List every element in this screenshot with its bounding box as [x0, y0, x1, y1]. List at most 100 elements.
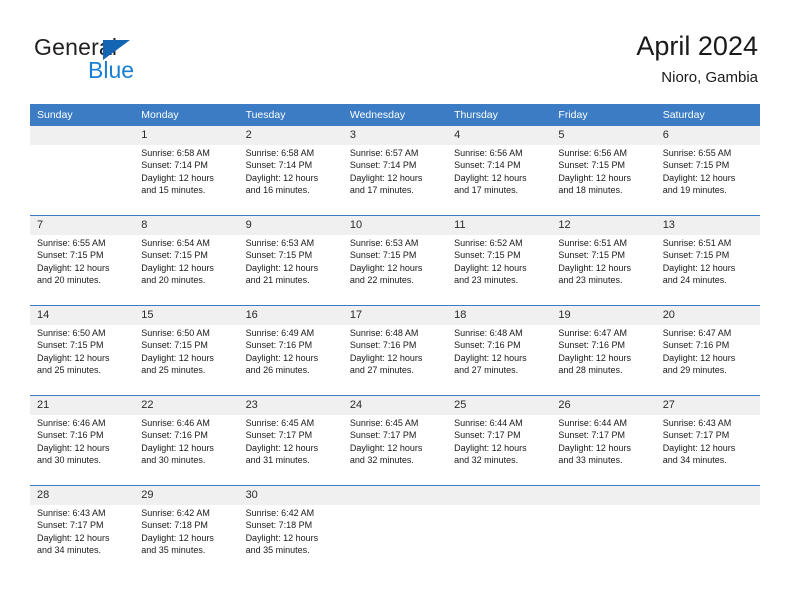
day-cell[interactable]: Sunrise: 6:57 AM Sunset: 7:14 PM Dayligh… — [342, 145, 448, 215]
sunset-text: Sunset: 7:14 PM — [141, 160, 208, 171]
day-cell[interactable]: Sunrise: 6:58 AM Sunset: 7:14 PM Dayligh… — [238, 145, 343, 215]
weekday-header-wednesday: Wednesday — [342, 104, 448, 126]
week-1-info-row: Sunrise: 6:58 AM Sunset: 7:14 PM Dayligh… — [30, 145, 760, 215]
sunset-text: Sunset: 7:15 PM — [558, 160, 625, 171]
sunset-text: Sunset: 7:15 PM — [37, 250, 104, 261]
daylight-text-line1: Daylight: 12 hours — [141, 532, 214, 543]
sunrise-text: Sunrise: 6:48 AM — [454, 328, 523, 338]
day-cell[interactable]: Sunrise: 6:50 AM Sunset: 7:15 PM Dayligh… — [134, 325, 239, 395]
daylight-text-line1: Daylight: 12 hours — [245, 442, 319, 453]
sunset-text: Sunset: 7:18 PM — [245, 520, 313, 531]
week-3-number-row: 14 15 16 17 18 19 20 — [30, 306, 760, 325]
sunrise-text: Sunrise: 6:50 AM — [37, 328, 106, 338]
day-cell[interactable] — [342, 505, 448, 579]
day-number: 9 — [238, 216, 343, 235]
sunset-text: Sunset: 7:16 PM — [141, 430, 208, 441]
day-number: 23 — [238, 396, 343, 415]
daylight-text-line1: Daylight: 12 hours — [37, 442, 110, 453]
daylight-text-line1: Daylight: 12 hours — [141, 172, 214, 183]
day-cell[interactable]: Sunrise: 6:56 AM Sunset: 7:15 PM Dayligh… — [551, 145, 656, 215]
day-number: 14 — [30, 306, 135, 325]
weekday-header-thursday: Thursday — [447, 104, 552, 126]
day-cell[interactable] — [655, 505, 760, 579]
day-cell[interactable]: Sunrise: 6:52 AM Sunset: 7:15 PM Dayligh… — [447, 235, 552, 305]
daylight-text-line2: and 35 minutes. — [141, 545, 206, 556]
week-3-info-row: Sunrise: 6:50 AM Sunset: 7:15 PM Dayligh… — [30, 325, 760, 395]
day-cell[interactable]: Sunrise: 6:45 AM Sunset: 7:17 PM Dayligh… — [342, 415, 448, 485]
day-number — [551, 486, 656, 505]
sunset-text: Sunset: 7:15 PM — [454, 250, 521, 261]
day-cell[interactable]: Sunrise: 6:42 AM Sunset: 7:18 PM Dayligh… — [238, 505, 343, 579]
daylight-text-line2: and 20 minutes. — [37, 275, 102, 286]
weekday-header-row: Sunday Monday Tuesday Wednesday Thursday… — [30, 104, 760, 126]
day-cell[interactable]: Sunrise: 6:46 AM Sunset: 7:16 PM Dayligh… — [30, 415, 135, 485]
daylight-text-line1: Daylight: 12 hours — [454, 352, 527, 363]
sunrise-text: Sunrise: 6:53 AM — [349, 238, 419, 248]
sunrise-text: Sunrise: 6:56 AM — [558, 148, 627, 158]
daylight-text-line2: and 28 minutes. — [558, 365, 623, 376]
day-cell[interactable]: Sunrise: 6:56 AM Sunset: 7:14 PM Dayligh… — [447, 145, 552, 215]
day-number: 28 — [30, 486, 135, 505]
day-number: 13 — [655, 216, 760, 235]
day-cell[interactable]: Sunrise: 6:51 AM Sunset: 7:15 PM Dayligh… — [551, 235, 656, 305]
daylight-text-line2: and 15 minutes. — [141, 185, 206, 196]
daylight-text-line1: Daylight: 12 hours — [37, 532, 110, 543]
sunrise-text: Sunrise: 6:46 AM — [141, 418, 210, 428]
day-cell[interactable]: Sunrise: 6:55 AM Sunset: 7:15 PM Dayligh… — [30, 235, 135, 305]
day-cell[interactable]: Sunrise: 6:45 AM Sunset: 7:17 PM Dayligh… — [238, 415, 343, 485]
daylight-text-line2: and 25 minutes. — [37, 365, 102, 376]
day-cell[interactable]: Sunrise: 6:49 AM Sunset: 7:16 PM Dayligh… — [238, 325, 343, 395]
day-cell[interactable]: Sunrise: 6:44 AM Sunset: 7:17 PM Dayligh… — [551, 415, 656, 485]
day-cell[interactable]: Sunrise: 6:43 AM Sunset: 7:17 PM Dayligh… — [30, 505, 135, 579]
daylight-text-line2: and 32 minutes. — [454, 455, 519, 466]
daylight-text-line1: Daylight: 12 hours — [558, 352, 631, 363]
sunrise-text: Sunrise: 6:48 AM — [349, 328, 419, 338]
day-cell[interactable]: Sunrise: 6:48 AM Sunset: 7:16 PM Dayligh… — [342, 325, 448, 395]
day-cell[interactable] — [30, 145, 135, 215]
day-cell[interactable]: Sunrise: 6:51 AM Sunset: 7:15 PM Dayligh… — [655, 235, 760, 305]
day-cell[interactable]: Sunrise: 6:48 AM Sunset: 7:16 PM Dayligh… — [447, 325, 552, 395]
day-number: 12 — [551, 216, 656, 235]
day-cell[interactable]: Sunrise: 6:47 AM Sunset: 7:16 PM Dayligh… — [655, 325, 760, 395]
general-blue-logo[interactable]: General Blue — [34, 34, 234, 90]
day-cell[interactable]: Sunrise: 6:43 AM Sunset: 7:17 PM Dayligh… — [655, 415, 760, 485]
day-cell[interactable]: Sunrise: 6:47 AM Sunset: 7:16 PM Dayligh… — [551, 325, 656, 395]
week-2-number-row: 7 8 9 10 11 12 13 — [30, 216, 760, 235]
day-cell[interactable]: Sunrise: 6:58 AM Sunset: 7:14 PM Dayligh… — [134, 145, 239, 215]
day-number: 16 — [238, 306, 343, 325]
day-number: 3 — [342, 126, 448, 145]
daylight-text-line2: and 30 minutes. — [141, 455, 206, 466]
sunrise-text: Sunrise: 6:44 AM — [558, 418, 627, 428]
day-cell[interactable]: Sunrise: 6:53 AM Sunset: 7:15 PM Dayligh… — [238, 235, 343, 305]
sunset-text: Sunset: 7:16 PM — [37, 430, 104, 441]
weekday-header-saturday: Saturday — [655, 104, 760, 126]
sunset-text: Sunset: 7:16 PM — [454, 340, 521, 351]
sunrise-text: Sunrise: 6:56 AM — [454, 148, 523, 158]
sunrise-text: Sunrise: 6:54 AM — [141, 238, 210, 248]
logo-text-blue: Blue — [88, 57, 135, 83]
daylight-text-line1: Daylight: 12 hours — [662, 352, 736, 363]
day-cell[interactable]: Sunrise: 6:50 AM Sunset: 7:15 PM Dayligh… — [30, 325, 135, 395]
day-cell[interactable]: Sunrise: 6:44 AM Sunset: 7:17 PM Dayligh… — [447, 415, 552, 485]
day-cell[interactable]: Sunrise: 6:54 AM Sunset: 7:15 PM Dayligh… — [134, 235, 239, 305]
day-number: 19 — [551, 306, 656, 325]
sunrise-text: Sunrise: 6:45 AM — [349, 418, 419, 428]
day-cell[interactable]: Sunrise: 6:55 AM Sunset: 7:15 PM Dayligh… — [655, 145, 760, 215]
day-cell[interactable] — [447, 505, 552, 579]
sunset-text: Sunset: 7:17 PM — [245, 430, 313, 441]
sunset-text: Sunset: 7:16 PM — [662, 340, 730, 351]
day-number: 24 — [342, 396, 448, 415]
day-cell[interactable]: Sunrise: 6:42 AM Sunset: 7:18 PM Dayligh… — [134, 505, 239, 579]
daylight-text-line2: and 18 minutes. — [558, 185, 623, 196]
daylight-text-line2: and 25 minutes. — [141, 365, 206, 376]
day-number: 10 — [342, 216, 448, 235]
daylight-text-line2: and 17 minutes. — [349, 185, 414, 196]
day-number: 30 — [238, 486, 343, 505]
weekday-header-monday: Monday — [134, 104, 239, 126]
day-cell[interactable]: Sunrise: 6:53 AM Sunset: 7:15 PM Dayligh… — [342, 235, 448, 305]
daylight-text-line1: Daylight: 12 hours — [558, 172, 631, 183]
day-cell[interactable]: Sunrise: 6:46 AM Sunset: 7:16 PM Dayligh… — [134, 415, 239, 485]
day-cell[interactable] — [551, 505, 656, 579]
page-subtitle-location: Nioro, Gambia — [661, 69, 758, 86]
day-number: 4 — [447, 126, 552, 145]
